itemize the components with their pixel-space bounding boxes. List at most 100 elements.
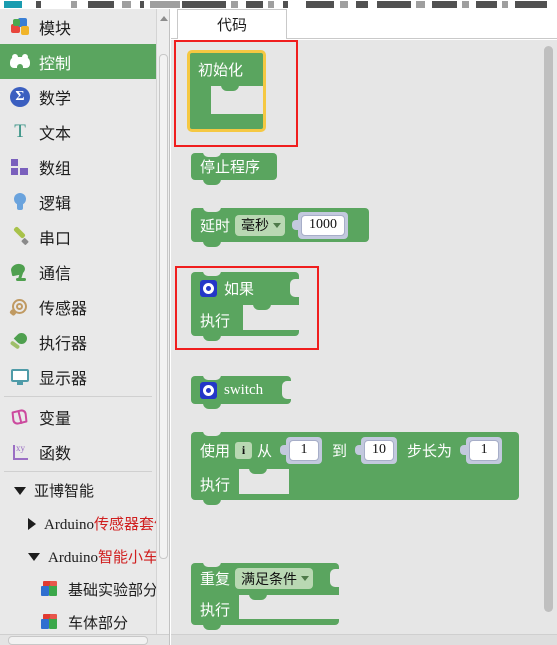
lightbulb-icon bbox=[10, 192, 30, 212]
tree-item-label: 车体部分 bbox=[68, 615, 129, 632]
block-palette-canvas[interactable]: 初始化 停止程序 延时 毫秒 1000 如果 执行 switch 使用 i 从 … bbox=[171, 40, 557, 645]
monitor-icon bbox=[10, 367, 30, 387]
for-to-wrap[interactable]: 10 bbox=[361, 436, 398, 464]
sidebar-item-control[interactable]: 控制 bbox=[0, 44, 158, 79]
delay-value-wrap[interactable]: 1000 bbox=[298, 211, 349, 239]
text-t-icon: T bbox=[14, 120, 26, 142]
toolbar-icon-20[interactable] bbox=[476, 1, 497, 8]
sidebar-item-label: 模块 bbox=[39, 20, 72, 38]
delay-unit-dropdown[interactable]: 毫秒 bbox=[235, 214, 286, 236]
repeat-while-mouth[interactable] bbox=[239, 594, 339, 619]
sidebar-horizontal-scrollbar[interactable] bbox=[0, 634, 169, 645]
toolbar-icon-10[interactable] bbox=[246, 1, 263, 8]
toolbar-icon-22[interactable] bbox=[515, 1, 547, 8]
sidebar-item-communication[interactable]: 通信 bbox=[0, 254, 158, 289]
if-block-mouth[interactable] bbox=[243, 304, 299, 330]
toolbar-icon-7[interactable] bbox=[150, 1, 180, 8]
for-from-socket[interactable] bbox=[278, 441, 288, 459]
toolbar-icon-17[interactable] bbox=[416, 1, 425, 8]
for-step-input[interactable]: 1 bbox=[469, 439, 500, 461]
stop-program-block[interactable]: 停止程序 bbox=[191, 152, 277, 185]
toolbar-icon-12[interactable] bbox=[283, 1, 288, 8]
toolbar-icon-13[interactable] bbox=[306, 1, 334, 8]
triangle-down-icon[interactable] bbox=[28, 552, 40, 561]
toolbar-icon-16[interactable] bbox=[377, 1, 411, 8]
for-variable-field[interactable]: i bbox=[235, 441, 253, 459]
triangle-right-icon[interactable] bbox=[28, 517, 36, 530]
toolbar-icon-8[interactable] bbox=[182, 1, 226, 8]
for-step-wrap[interactable]: 1 bbox=[466, 436, 503, 464]
toolbar-icon-5[interactable] bbox=[122, 1, 131, 8]
sidebar-item-function[interactable]: xy 函数 bbox=[0, 434, 158, 469]
delay-value-socket[interactable] bbox=[290, 216, 300, 234]
scroll-up-arrow-icon[interactable] bbox=[157, 11, 169, 25]
toolbar-icon-21[interactable] bbox=[502, 1, 508, 8]
init-block[interactable]: 初始化 bbox=[189, 52, 264, 130]
tab-code[interactable]: 代码 bbox=[177, 9, 287, 39]
category-list: 模块 控制 Σ 数学 T 文本 数组 逻辑 串口 通信 传感器 执行器 显示器 … bbox=[0, 9, 169, 645]
sidebar-item-label: 传感器 bbox=[39, 300, 88, 318]
toolbar-icon-15[interactable] bbox=[356, 1, 368, 8]
gear-icon[interactable] bbox=[200, 381, 217, 399]
switch-block[interactable]: switch bbox=[191, 375, 291, 409]
toolbar-icon-1[interactable] bbox=[4, 1, 22, 8]
sidebar-item-variable[interactable]: 变量 bbox=[0, 399, 158, 434]
canvas-vertical-scrollbar[interactable] bbox=[544, 46, 553, 612]
if-block-do-label: 执行 bbox=[200, 312, 231, 330]
if-block[interactable]: 如果 执行 bbox=[191, 271, 299, 341]
for-loop-mouth[interactable] bbox=[239, 468, 289, 494]
delay-value-input[interactable]: 1000 bbox=[301, 214, 346, 236]
for-step-socket[interactable] bbox=[458, 441, 468, 459]
sidebar-item-actuator[interactable]: 执行器 bbox=[0, 324, 158, 359]
sidebar-item-modules[interactable]: 模块 bbox=[0, 9, 158, 44]
delay-block[interactable]: 延时 毫秒 1000 bbox=[191, 207, 369, 247]
sidebar-divider-2 bbox=[4, 471, 152, 472]
sidebar-item-math[interactable]: Σ 数学 bbox=[0, 79, 158, 114]
delay-label: 延时 bbox=[200, 217, 231, 235]
toolbar-icon-11[interactable] bbox=[268, 1, 274, 8]
category-sidebar: 模块 控制 Σ 数学 T 文本 数组 逻辑 串口 通信 传感器 执行器 显示器 … bbox=[0, 9, 170, 645]
tree-item-yabo-intelligent[interactable]: 亚博智能 bbox=[0, 474, 158, 507]
toolbar-icon-4[interactable] bbox=[88, 1, 114, 8]
triangle-down-icon[interactable] bbox=[14, 486, 26, 495]
tree-item-arduino-sensor-kit[interactable]: Arduino传感器套件 bbox=[0, 507, 169, 540]
tab-bar: 代码 bbox=[171, 9, 557, 39]
repeat-while-block[interactable]: 重复 满足条件 执行 bbox=[191, 562, 339, 630]
repeat-condition-input-plug[interactable] bbox=[330, 569, 339, 587]
sensor-icon bbox=[9, 297, 30, 317]
toolbar-icon-3[interactable] bbox=[71, 1, 77, 8]
switch-input-plug[interactable] bbox=[282, 381, 291, 399]
sidebar-item-text[interactable]: T 文本 bbox=[0, 114, 158, 149]
sidebar-item-array[interactable]: 数组 bbox=[0, 149, 158, 184]
tree-item-arduino-smart-car[interactable]: Arduino智能小车 bbox=[0, 540, 158, 573]
for-loop-block[interactable]: 使用 i 从 1 到 10 步长为 1 执行 bbox=[191, 431, 519, 505]
toolbar-icon-9[interactable] bbox=[231, 1, 238, 8]
for-from-wrap[interactable]: 1 bbox=[286, 436, 323, 464]
sidebar-item-logic[interactable]: 逻辑 bbox=[0, 184, 158, 219]
sidebar-item-sensor[interactable]: 传感器 bbox=[0, 289, 158, 324]
tree-item-label: 基础实验部分 bbox=[68, 582, 159, 599]
init-block-mouth[interactable] bbox=[211, 85, 264, 114]
sidebar-scrollbar-thumb[interactable] bbox=[159, 54, 168, 559]
toolbar-icon-19[interactable] bbox=[462, 1, 469, 8]
toolbar-icon-2[interactable] bbox=[36, 1, 41, 8]
for-from-label: 从 bbox=[257, 442, 273, 460]
tree-item-label-en: Arduino bbox=[44, 517, 94, 533]
sidebar-scrollbar[interactable] bbox=[156, 9, 169, 645]
sidebar-item-display[interactable]: 显示器 bbox=[0, 359, 158, 394]
toolbar-icon-14[interactable] bbox=[340, 1, 348, 8]
canvas-horizontal-scrollbar[interactable] bbox=[171, 634, 557, 645]
toolbar-icon-6[interactable] bbox=[140, 1, 144, 8]
cube-icon bbox=[40, 580, 60, 600]
sidebar-item-serial[interactable]: 串口 bbox=[0, 219, 158, 254]
gear-icon[interactable] bbox=[200, 279, 217, 297]
sidebar-hscrollbar-thumb[interactable] bbox=[8, 636, 148, 645]
for-to-input[interactable]: 10 bbox=[364, 439, 395, 461]
toolbar-icon-18[interactable] bbox=[432, 1, 457, 8]
repeat-condition-dropdown[interactable]: 满足条件 bbox=[235, 568, 314, 589]
if-condition-input-plug[interactable] bbox=[290, 279, 299, 297]
tree-item-basic-experiments[interactable]: 基础实验部分 bbox=[0, 573, 158, 606]
for-to-socket[interactable] bbox=[353, 441, 363, 459]
toolbar-strip-cropped[interactable] bbox=[0, 0, 557, 9]
for-from-input[interactable]: 1 bbox=[289, 439, 320, 461]
